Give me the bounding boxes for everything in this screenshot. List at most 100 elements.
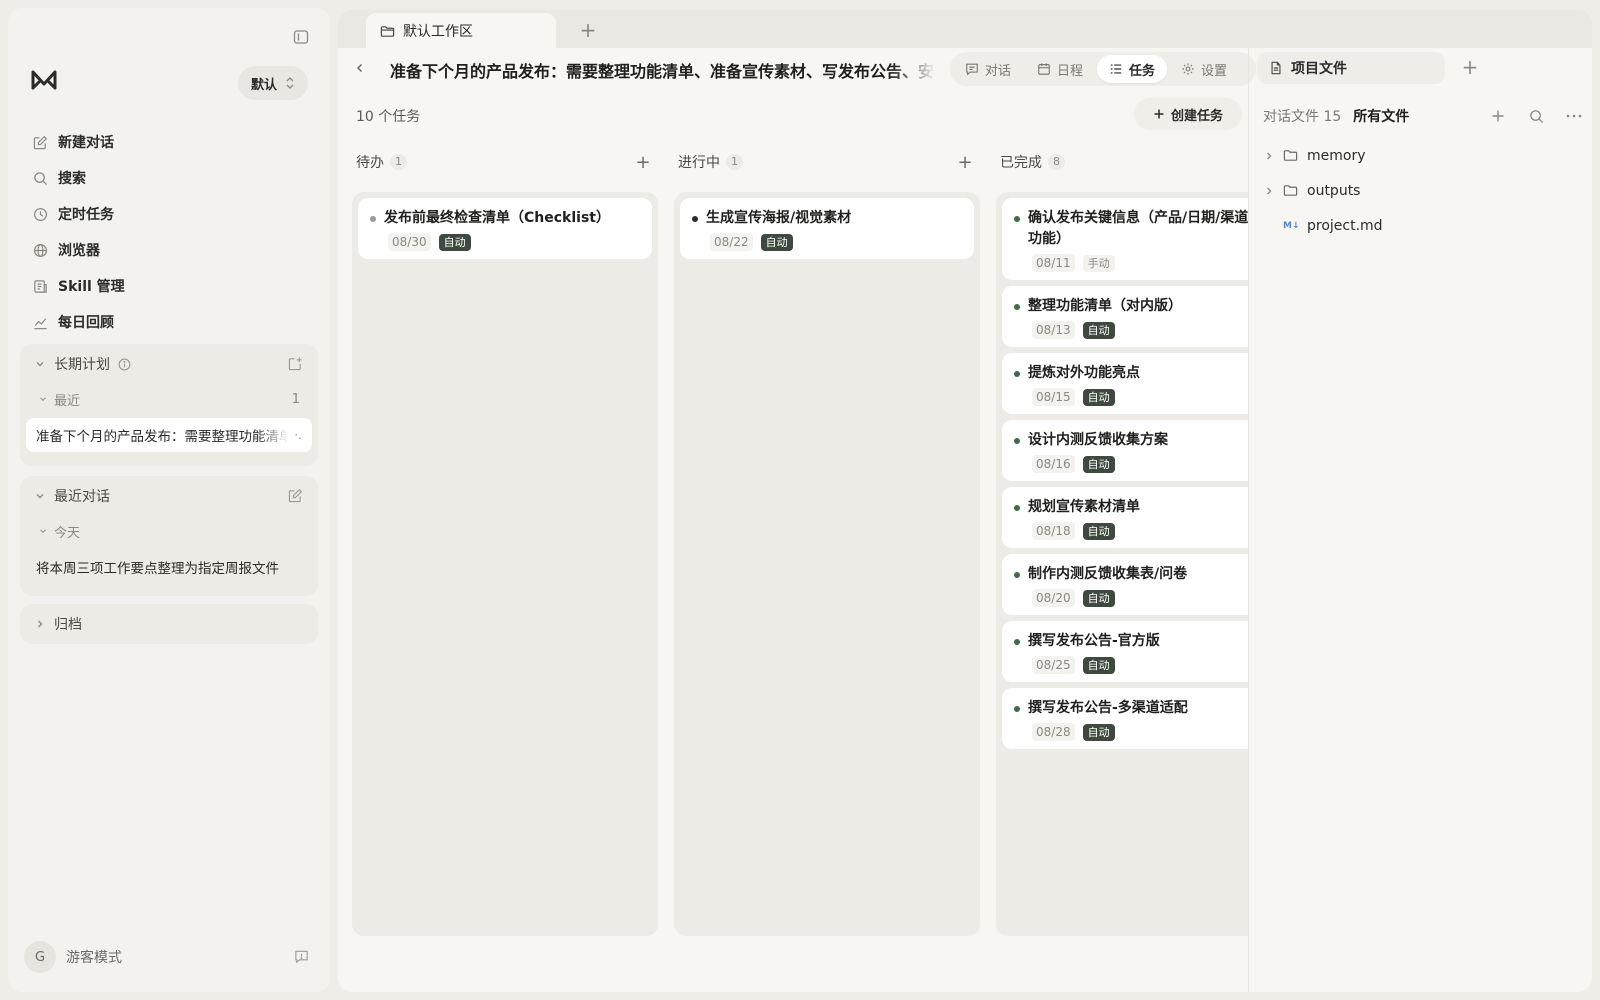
create-task-button[interactable]: 创建任务 (1134, 98, 1242, 130)
tab-project-files[interactable]: 项目文件 (1257, 52, 1445, 84)
back-chevron-icon[interactable] (350, 58, 370, 78)
folder-icon (380, 24, 395, 39)
column-count: 1 (726, 154, 743, 170)
nav-daily-review[interactable]: 每日回顾 (32, 304, 322, 340)
status-dot-icon (1014, 706, 1020, 712)
archive-section: 归档 (20, 604, 318, 644)
recent-group-today[interactable]: 今天 (20, 516, 318, 546)
task-title: 撰写发布公告-官方版 (1028, 633, 1160, 649)
task-card-title-row: 制作内测反馈收集表/问卷 (1014, 564, 1248, 585)
tab-tasks[interactable]: 任务 (1097, 55, 1168, 83)
nav-new-chat[interactable]: 新建对话 (32, 124, 322, 160)
task-mode-badge: 自动 (438, 233, 471, 251)
nav-label: 定时任务 (58, 207, 114, 223)
status-dot-icon (370, 216, 376, 222)
plus-icon (1153, 108, 1165, 120)
task-card[interactable]: 确认发布关键信息（产品/日期/渠道/核心功能） 08/11 手动 (1002, 198, 1248, 280)
status-dot-icon (1014, 572, 1020, 578)
nav-label: Skill 管理 (58, 279, 125, 295)
task-meta: 08/28 自动 (1014, 723, 1248, 741)
chevron-right-icon (1263, 150, 1275, 162)
task-mode-badge: 自动 (1082, 589, 1115, 607)
tab-conversation-files[interactable]: 对话文件 15 (1263, 106, 1341, 126)
add-panel-tab-icon[interactable]: + (1459, 55, 1481, 79)
task-meta: 08/20 自动 (1014, 589, 1248, 607)
column-body: 确认发布关键信息（产品/日期/渠道/核心功能） 08/11 手动整理功能清单（对内版… (996, 192, 1248, 936)
recent-chat-title: 将本周三项工作要点整理为指定周报文件 (36, 561, 279, 577)
nav-browser[interactable]: 浏览器 (32, 232, 322, 268)
task-card-title-row: 设计内测反馈收集方案 (1014, 430, 1248, 451)
guest-mode-label: 游客模式 (66, 950, 122, 966)
task-card[interactable]: 撰写发布公告-官方版 08/25 自动 (1002, 621, 1248, 682)
feedback-icon[interactable] (294, 949, 310, 965)
tab-settings[interactable]: 设置 (1169, 55, 1239, 83)
task-card[interactable]: 设计内测反馈收集方案 08/16 自动 (1002, 420, 1248, 481)
tree-folder-outputs[interactable]: outputs (1263, 173, 1583, 208)
task-card[interactable]: 规划宣传素材清单 08/18 自动 (1002, 487, 1248, 548)
search-icon[interactable] (1527, 107, 1545, 125)
nav-search[interactable]: 搜索 (32, 160, 322, 196)
nav-skill-management[interactable]: Skill 管理 (32, 268, 322, 304)
chevron-right-icon (34, 618, 46, 630)
task-meta: 08/13 自动 (1014, 321, 1248, 339)
folder-icon (1283, 183, 1299, 199)
status-dot-icon (1014, 639, 1020, 645)
files-header: 对话文件 15 所有文件 (1263, 104, 1583, 128)
profile-select-label: 默认 (250, 77, 277, 93)
task-card-title-row: 整理功能清单（对内版） (1014, 296, 1248, 317)
tab-all-files[interactable]: 所有文件 (1353, 106, 1409, 126)
tree-file-project-md[interactable]: M↓ project.md (1263, 208, 1583, 243)
task-card[interactable]: 撰写发布公告-多渠道适配 08/28 自动 (1002, 688, 1248, 749)
tab-schedule[interactable]: 日程 (1025, 55, 1095, 83)
group-label: 最近 (54, 393, 81, 409)
plus-icon[interactable] (1489, 107, 1507, 125)
column-done: 已完成 8 确认发布关键信息（产品/日期/渠道/核心功能） 08/11 手动整理功能… (996, 144, 1248, 992)
sidebar-toggle-icon[interactable] (290, 26, 312, 48)
archive-header[interactable]: 归档 (20, 604, 318, 644)
group-count: 1 (291, 391, 300, 407)
task-card[interactable]: 生成宣传海报/视觉素材 08/22 自动 (680, 198, 974, 259)
recent-chat-item[interactable]: 将本周三项工作要点整理为指定周报文件 (26, 550, 312, 584)
edit-icon[interactable] (288, 488, 304, 504)
task-mode-badge: 自动 (1082, 321, 1115, 339)
folder-icon (1283, 148, 1299, 164)
sidebar-footer: G 游客模式 (24, 940, 314, 974)
status-dot-icon (1014, 438, 1020, 444)
main-panel: 准备下个月的产品发布：需要整理功能清单、准备宣传素材、写发布公告、安排内测 对话… (338, 48, 1592, 992)
chart-icon (32, 314, 48, 330)
task-title: 规划宣传素材清单 (1028, 499, 1140, 515)
task-date: 08/18 (1032, 522, 1075, 540)
task-card[interactable]: 发布前最终检查清单（Checklist） 08/30 自动 (358, 198, 652, 259)
status-dot-icon (1014, 371, 1020, 377)
task-title: 提炼对外功能亮点 (1028, 365, 1140, 381)
new-plan-icon[interactable] (288, 356, 304, 372)
sidebar: 默认 新建对话 搜索 定时任务 浏览器 Skill 管理 每日回顾 长期计划 最… (8, 8, 330, 992)
task-date: 08/28 (1032, 723, 1075, 741)
task-card[interactable]: 整理功能清单（对内版） 08/13 自动 (1002, 286, 1248, 347)
sidebar-nav: 新建对话 搜索 定时任务 浏览器 Skill 管理 每日回顾 (32, 124, 322, 340)
chevron-down-icon (38, 526, 48, 536)
add-card-icon[interactable]: + (634, 152, 652, 173)
long-plan-group-recent[interactable]: 最近 1 (20, 384, 318, 414)
task-card[interactable]: 提炼对外功能亮点 08/15 自动 (1002, 353, 1248, 414)
avatar[interactable]: G (24, 941, 56, 973)
view-switcher: 对话 日程 任务 设置 (950, 52, 1256, 86)
add-tab-icon[interactable]: + (576, 18, 600, 42)
add-card-icon[interactable]: + (956, 152, 974, 173)
long-plan-item[interactable]: 准备下个月的产品发布：需要整理功能清单、准备宣传素材、写发布公告 ·. (26, 418, 312, 452)
profile-select[interactable]: 默认 (238, 66, 308, 100)
tab-default-workspace[interactable]: 默认工作区 (366, 13, 556, 49)
status-dot-icon (1014, 216, 1020, 222)
info-icon[interactable] (118, 358, 131, 371)
recent-chats-header[interactable]: 最近对话 (20, 476, 318, 516)
tree-folder-memory[interactable]: memory (1263, 138, 1583, 173)
more-icon[interactable] (1565, 107, 1583, 125)
task-date: 08/25 (1032, 656, 1075, 674)
tab-chat[interactable]: 对话 (953, 55, 1023, 83)
long-plan-header[interactable]: 长期计划 (20, 344, 318, 384)
task-card-title-row: 提炼对外功能亮点 (1014, 363, 1248, 384)
tree-item-label: project.md (1307, 217, 1383, 234)
task-card[interactable]: 制作内测反馈收集表/问卷 08/20 自动 (1002, 554, 1248, 615)
task-title: 发布前最终检查清单（Checklist） (384, 210, 610, 226)
nav-scheduled-tasks[interactable]: 定时任务 (32, 196, 322, 232)
